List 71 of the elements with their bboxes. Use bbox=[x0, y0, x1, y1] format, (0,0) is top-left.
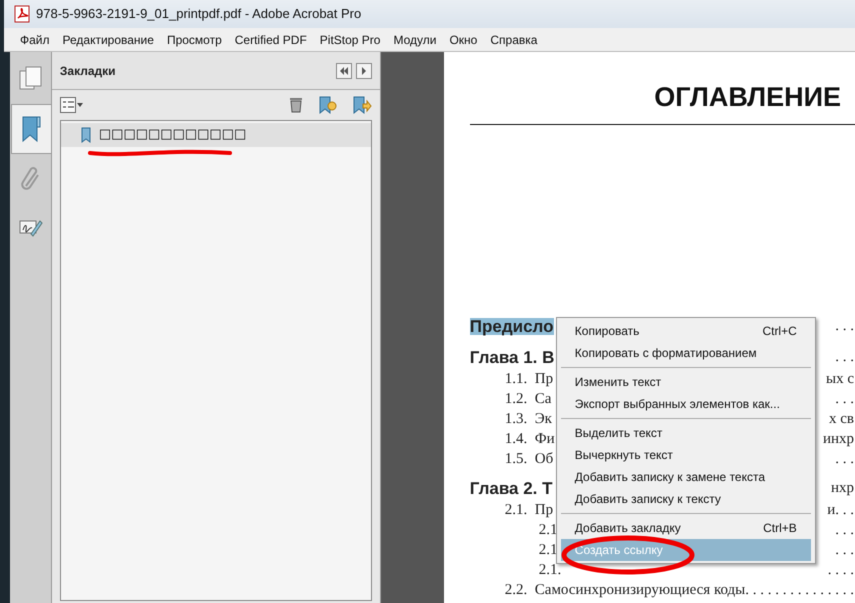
context-menu-item[interactable]: Копировать Ctrl+C bbox=[560, 320, 811, 342]
menu-item[interactable]: Справка bbox=[484, 30, 544, 48]
toc-dot-leader: инхр bbox=[822, 432, 855, 446]
toc-section-text: 2.1. bbox=[538, 562, 562, 578]
context-menu-item[interactable]: Добавить записку к замене текста bbox=[560, 466, 811, 488]
toc-chapter-text: Глава 1. В bbox=[470, 348, 554, 366]
toc-dot-leader: и. . . bbox=[827, 502, 855, 518]
expand-panel-icon[interactable] bbox=[356, 62, 372, 78]
pdf-file-icon bbox=[14, 5, 30, 23]
context-menu-item[interactable]: Добавить закладку Ctrl+B bbox=[560, 517, 811, 539]
shortcut-text: Ctrl+C bbox=[762, 323, 797, 340]
context-menu-item[interactable]: Копировать с форматированием bbox=[560, 342, 811, 364]
toc-dot-leader: . . . bbox=[835, 452, 855, 466]
toc-dot-leader: ых с bbox=[826, 372, 855, 386]
toc-section-text: 1.3. Эк bbox=[504, 412, 552, 426]
menu-item[interactable]: Просмотр bbox=[160, 30, 228, 48]
context-menu-item[interactable]: Вычеркнуть текст bbox=[560, 444, 811, 466]
toc-chapter-text: Глава 2. Т bbox=[470, 480, 553, 496]
toc-dot-leader: . . . . bbox=[828, 562, 855, 578]
menu-item-label: Копировать с форматированием bbox=[574, 345, 757, 362]
collapse-panel-icon[interactable] bbox=[336, 62, 352, 78]
toc-section-text: 2.1. Пр bbox=[504, 502, 554, 518]
toc-dot-leader: . . . bbox=[835, 542, 855, 558]
menu-item-label: Добавить записку к тексту bbox=[574, 491, 721, 508]
toc-dot-leader: нхр bbox=[830, 480, 855, 496]
toc-dot-leader: . . . . . . . . . . . . . . . bbox=[745, 582, 855, 598]
toc-chapter-text: Предисло bbox=[470, 318, 554, 334]
toc-dot-leader: . . . bbox=[835, 392, 855, 406]
toc-section-text: 1.4. Фи bbox=[504, 432, 555, 446]
toc-section-text: 2.2. Самосинхронизирующиеся коды bbox=[504, 582, 746, 598]
menu-item-label: Копировать bbox=[574, 323, 640, 340]
menu-item[interactable]: Окно bbox=[443, 30, 484, 48]
toc-section-text: 2.1 bbox=[538, 522, 558, 538]
menu-item-label: Вычеркнуть текст bbox=[574, 447, 673, 464]
context-menu-item[interactable]: Экспорт выбранных элементов как... bbox=[560, 393, 811, 415]
pages-icon bbox=[18, 66, 43, 92]
options-menu-icon[interactable] bbox=[60, 97, 84, 113]
page-heading: ОГЛАВЛЕНИЕ bbox=[654, 84, 842, 111]
trash-icon[interactable] bbox=[288, 95, 304, 113]
menu-item-label: Выделить текст bbox=[574, 425, 662, 442]
context-menu-item[interactable]: Изменить текст bbox=[560, 371, 811, 393]
menu-item-label: Добавить закладку bbox=[574, 520, 681, 537]
panel-title: Закладки bbox=[60, 62, 116, 80]
toc-section-text: 1.2. Са bbox=[504, 392, 552, 406]
context-menu-item[interactable]: Добавить записку к тексту bbox=[560, 488, 811, 510]
menu-item[interactable]: PitStop Pro bbox=[314, 30, 386, 48]
bookmark-label: □□□□□□□□□□□□ bbox=[98, 126, 246, 144]
toc-section-text: 1.1. Пр bbox=[504, 372, 554, 386]
bookmark-arrow-icon[interactable] bbox=[352, 95, 372, 115]
window-title: 978-5-9963-2191-9_01_printpdf.pdf - Adobe Acrobat Pro bbox=[36, 5, 362, 24]
menu-item-label: Изменить текст bbox=[574, 374, 662, 391]
shortcut-text: Ctrl+B bbox=[763, 520, 797, 537]
toc-section-text: 2.1 bbox=[538, 542, 558, 558]
menu-item[interactable]: Файл bbox=[14, 30, 56, 48]
context-menu-item[interactable]: Выделить текст bbox=[560, 422, 811, 444]
toc-section-text: 1.5. Об bbox=[504, 452, 554, 466]
side-tab[interactable] bbox=[10, 104, 51, 154]
bookmark-icon bbox=[20, 115, 42, 143]
menu-item-label: Создать ссылку bbox=[574, 542, 663, 559]
menu-item[interactable]: Редактирование bbox=[56, 30, 160, 48]
new-bookmark-icon[interactable] bbox=[318, 95, 338, 115]
toc-dot-leader: х св bbox=[829, 412, 855, 426]
menu-item[interactable]: Certified PDF bbox=[228, 30, 313, 48]
bookmark-item[interactable]: □□□□□□□□□□□□ bbox=[60, 123, 371, 147]
menu-item-label: Экспорт выбранных элементов как... bbox=[574, 396, 780, 413]
toc-dot-leader: . . . bbox=[835, 350, 855, 364]
menu-item-label: Добавить записку к замене текста bbox=[574, 469, 766, 486]
toc-dot-leader: . . . bbox=[835, 318, 855, 334]
menu-item[interactable]: Модули bbox=[387, 30, 442, 48]
bookmark-icon bbox=[80, 127, 93, 143]
toc-dot-leader: . . . bbox=[835, 522, 855, 538]
